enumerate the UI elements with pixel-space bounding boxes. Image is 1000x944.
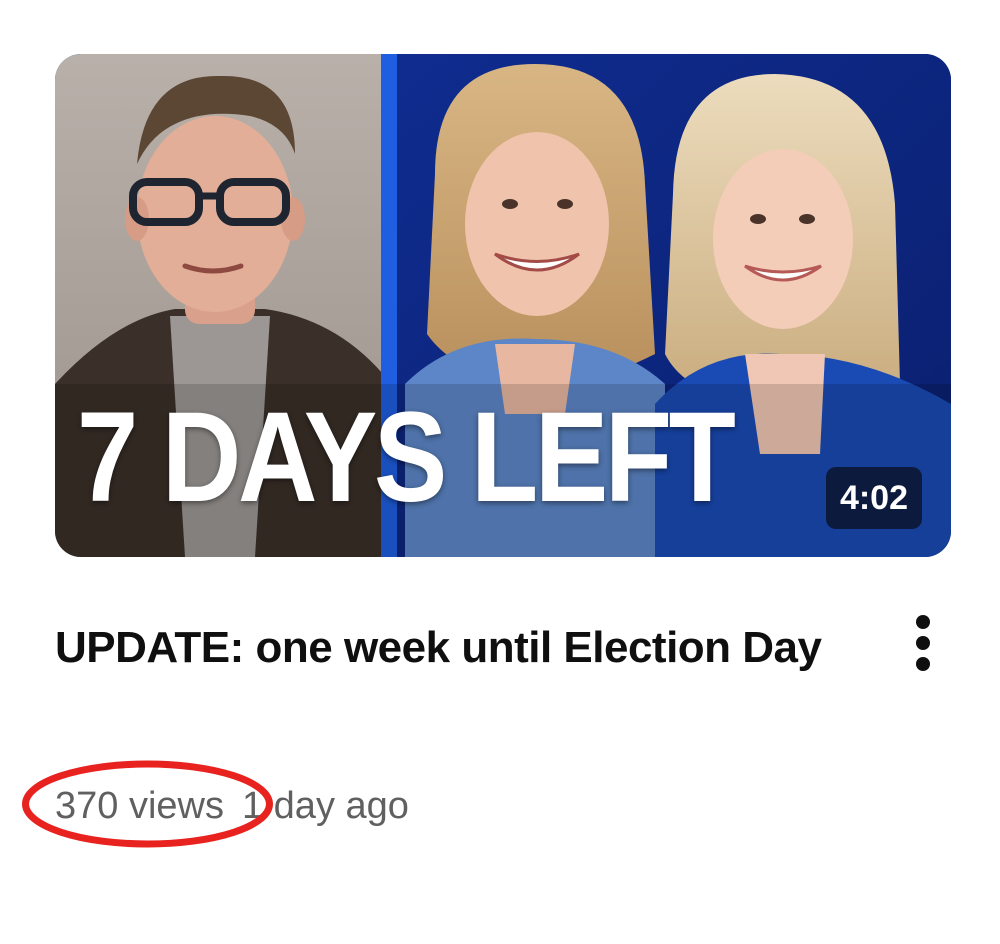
upload-age: 1 day ago — [241, 784, 409, 827]
video-title[interactable]: UPDATE: one week until Election Day — [55, 610, 855, 686]
more-vert-icon — [916, 615, 930, 629]
duration-badge: 4:02 — [825, 467, 922, 529]
video-stats: 370 views 1 day ago — [55, 778, 409, 834]
video-thumbnail[interactable]: 7 DAYS LEFT 4:02 — [55, 54, 951, 557]
view-count: 370 views — [55, 784, 224, 827]
thumbnail-overlay-text: 7 DAYS LEFT — [77, 386, 736, 529]
more-vert-icon-dot — [916, 636, 930, 650]
more-vert-icon-dot — [916, 657, 930, 671]
more-options-button[interactable] — [900, 610, 946, 676]
